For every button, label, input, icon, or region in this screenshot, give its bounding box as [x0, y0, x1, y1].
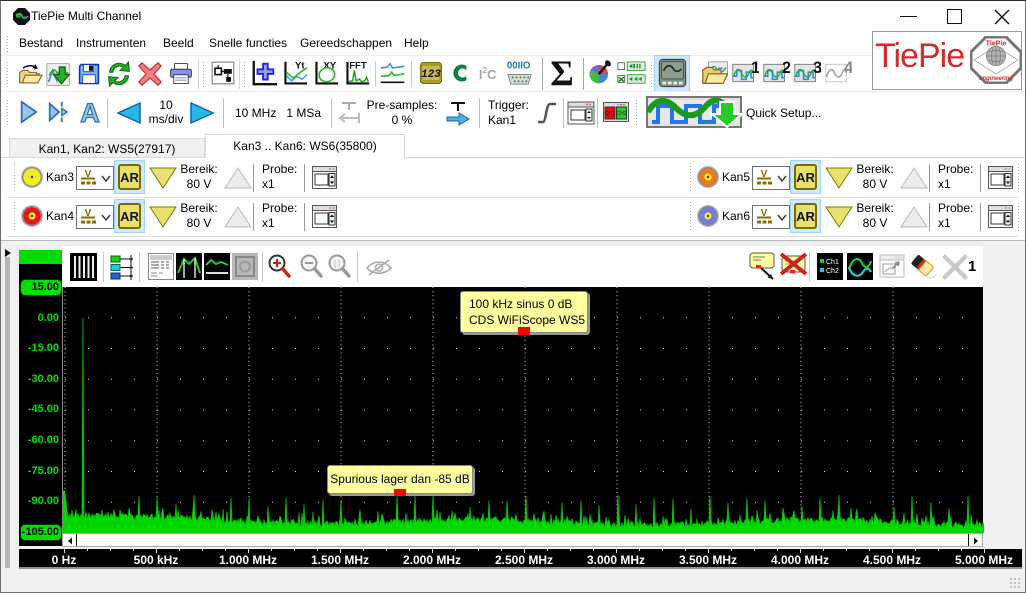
svg-text:1: 1 [751, 60, 759, 77]
svg-text:Ch1: Ch1 [826, 259, 839, 266]
svg-text:00IIO: 00IIO [507, 61, 531, 72]
svg-text:A: A [80, 99, 100, 125]
svg-text:[:]: [:] [334, 261, 340, 268]
svg-text:XY: XY [323, 61, 336, 72]
svg-text:2: 2 [782, 60, 790, 77]
svg-text:FFT: FFT [349, 61, 367, 72]
svg-text:123: 123 [421, 69, 441, 81]
svg-text:Ch2: Ch2 [826, 268, 839, 275]
svg-text:CH2: CH2 [616, 111, 626, 117]
svg-text:engineering: engineering [979, 76, 1013, 82]
svg-text:I2C: I2C [479, 66, 497, 82]
svg-text:4: 4 [844, 60, 852, 77]
svg-text:TiePie: TiePie [986, 41, 1007, 48]
svg-text:3: 3 [813, 60, 821, 77]
svg-text:Σ: Σ [550, 57, 574, 89]
svg-text:CH1: CH1 [605, 111, 615, 117]
